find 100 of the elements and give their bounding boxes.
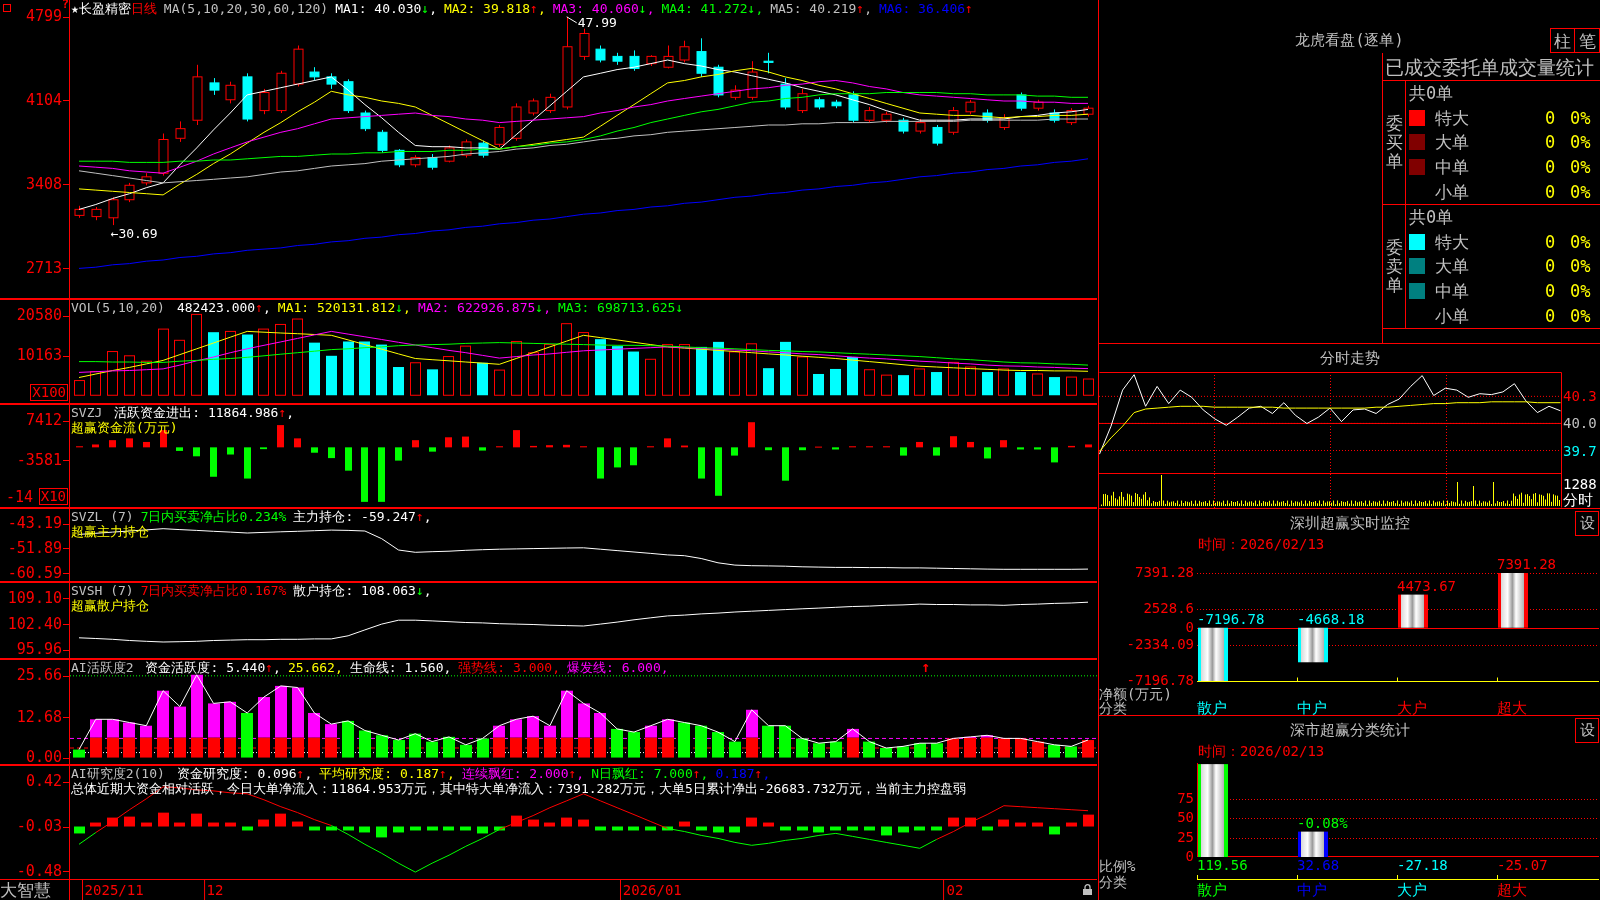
indicator-reading: 平均研究度: 0.187↑, [319,766,455,781]
indicator-reading: 资金研究度: 0.096↑, [176,766,313,781]
value-label: -25.07 [1497,858,1548,873]
volume-label: 分时 [1563,493,1593,508]
category-label: 中户 [1297,701,1327,715]
order-count: 0 [1544,132,1556,153]
axis-label: 净额(万元) [1099,687,1172,701]
group-label: 委买单 [1385,114,1403,171]
order-size-label: 大单 [1435,132,1469,153]
date-label: 2025/11 [81,880,144,900]
indicator-reading: N日飘红: 7.000↑, [591,766,709,781]
indicator-reading: MA2: 39.818↑, [443,1,546,16]
indicator-reading: 爆发线: 6.000, [567,660,669,675]
category-label: 大户 [1397,882,1427,899]
axis-tick-label: -0.03 [16,820,62,833]
indicator-reading: 25.662, [287,660,343,675]
indicator-name: SVZL (7) [71,509,134,524]
axis-tick-label: 7391.28 [1135,566,1194,578]
group-label: 委卖单 [1385,238,1403,295]
order-share: 0% [1570,157,1591,178]
value-label: -27.18 [1397,858,1448,873]
order-count: 0 [1544,157,1556,178]
scale-label: X10 [38,488,68,505]
order-size-label: 小单 [1435,181,1469,202]
category-label: 散户 [1197,701,1227,715]
order-share: 0% [1570,132,1591,153]
order-share: 0% [1570,231,1591,252]
period-label: 日线 [130,1,157,16]
indicator-reading: 资金活跃度: 5.440↑, [145,660,281,675]
panel-title: 龙虎看盘(逐单) [1295,31,1404,49]
order-count: 0 [1544,181,1556,202]
indicator-reading: 0.187↑, [715,766,771,781]
chart-title: 深圳超赢实时监控 [1289,513,1410,533]
stock-name: 长盈精密 [78,1,131,16]
indicator-reading: 活跃资金进出: 11864.986↑, [114,405,295,420]
ratio-reading: 7日内买卖净占比0.167% [140,583,287,598]
value-label: 32.68 [1297,858,1340,873]
axis-label: 分类 [1099,874,1127,890]
indicator-reading: MA1: 40.030↓, [335,1,437,16]
date-label: 12 [203,880,224,900]
axis-tick-label: 39.7 [1563,443,1597,458]
axis-tick-label: 75 [1177,791,1194,804]
brand-label: 大智慧 [0,880,51,900]
axis-tick-label: 50 [1177,811,1194,824]
order-count: 0 [1544,107,1556,128]
axis-tick-label: 4799 [25,10,62,24]
axis-label: 分类 [1099,701,1127,715]
axis-tick-label: 0.00 [25,751,62,765]
axis-tick-label: -60.59 [7,566,62,580]
indicator-reading: MA1: 520131.812↓, [277,300,411,315]
order-size-label: 大单 [1435,256,1469,277]
indicator-name: VOL(5,10,20) [71,300,165,315]
axis-tick-label: 0.42 [25,775,62,789]
indicator-name: SVZJ [71,405,103,420]
axis-tick-label: -3581 [16,453,62,467]
indicator-caption: 超赢散户持仓 [71,598,149,613]
indicator-reading: 连续飘红: 2.000↑, [461,766,585,781]
category-label: 大户 [1397,701,1427,715]
axis-tick-label: 25.66 [16,669,62,683]
axis-tick-label: 0 [1185,620,1194,633]
indicator-reading: MA6: 36.406↑ [878,1,973,16]
axis-tick-label: -51.89 [7,541,62,555]
stats-title: 已成交委托单成交量统计 [1385,54,1594,79]
indicator-reading: MA3: 40.060↓, [552,1,655,16]
category-label: 中户 [1297,882,1327,899]
indicator-reading: 482423.000↑, [176,300,271,315]
value-label: -7196.78 [1197,610,1265,627]
chart-title: 分时走势 [1319,348,1380,368]
indicator-reading: 主力持仓: -59.247↑, [293,509,432,524]
indicator-reading: MA5: 40.219↑, [770,1,872,16]
order-share: 0% [1570,281,1591,302]
date-label: 02 [943,880,964,900]
axis-tick-label: -2334.09 [1126,638,1194,650]
chart-annotation: ←30.69 [110,226,158,242]
clipped-tick-label: -14 [6,490,34,505]
value-label: 7391.28 [1497,556,1556,572]
axis-tick-label: -0.48 [16,864,62,878]
time-label: 时间：2026/02/13 [1198,537,1325,552]
order-count: 0 [1544,256,1556,277]
indicator-name: AI活跃度2 [71,660,134,675]
ratio-reading: 7日内买卖净占比0.234% [140,509,287,524]
axis-tick-label: 40.3 [1563,389,1597,404]
axis-tick-label: 95.96 [16,643,62,657]
indicator-params: MA(5,10,20,30,60,120) [163,1,329,16]
chart-annotation: 47.99 [577,14,617,30]
value-label: -4668.18 [1297,610,1365,627]
indicator-reading: 强势线: 3.000, [458,660,560,675]
indicator-caption: 超赢资金流(万元) [71,420,178,435]
indicator-reading: 生命线: 1.560, [349,660,452,675]
axis-tick-label: 40.0 [1563,416,1597,431]
volume-max-label: 1288 [1563,477,1597,491]
axis-tick-label: -7196.78 [1126,674,1194,686]
favorite-symbol: ★ [71,1,79,16]
order-size-label: 中单 [1435,157,1469,178]
axis-tick-label: 20580 [16,309,62,323]
order-share: 0% [1570,305,1591,326]
indicator-reading: MA2: 622926.875↓, [417,300,551,315]
category-label: 散户 [1197,882,1227,899]
signal-arrow: ↑ [921,660,931,675]
date-label: 2026/01 [619,880,682,900]
